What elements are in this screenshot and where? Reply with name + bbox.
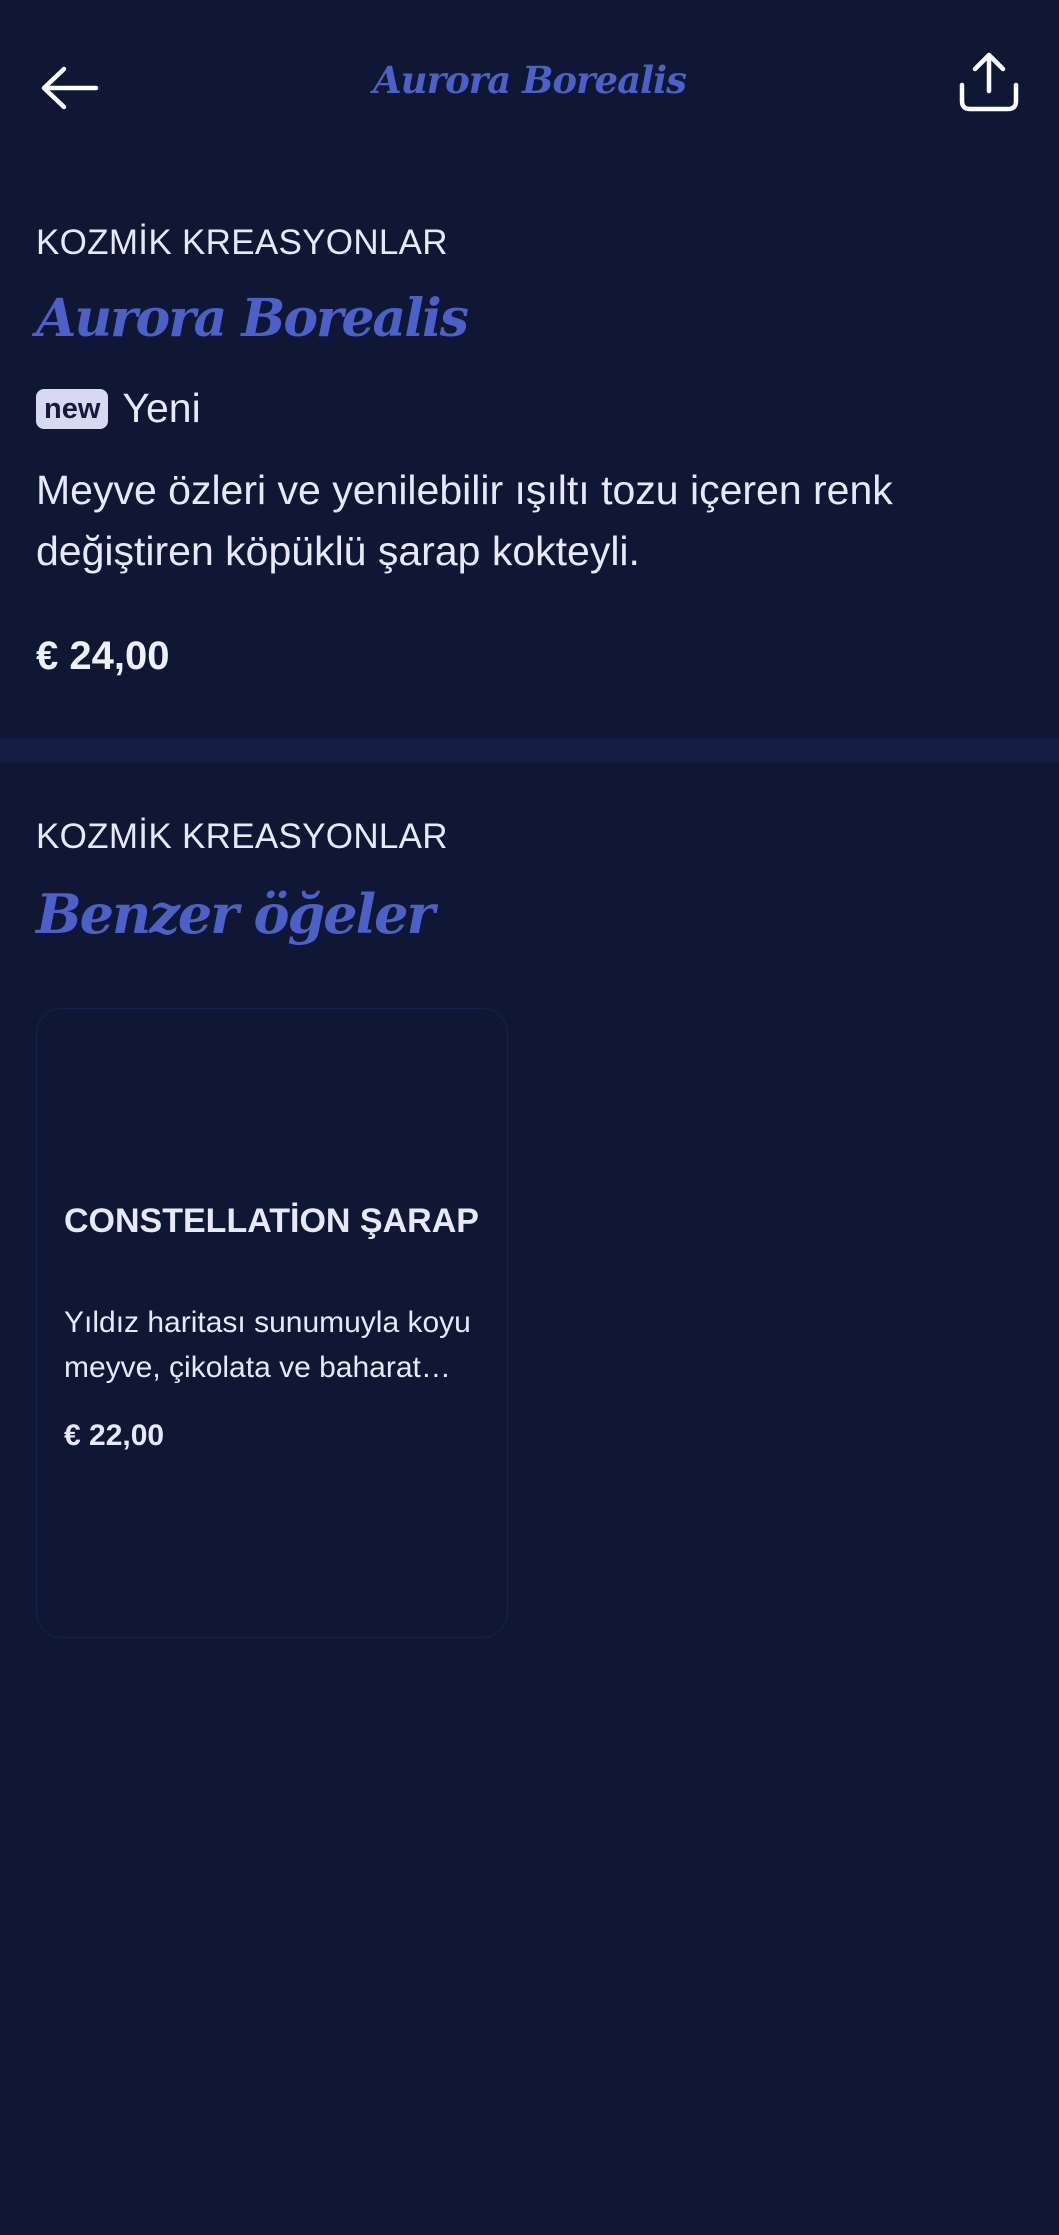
- similar-item-name: CONSTELLATİON ŞARAP: [64, 1202, 479, 1240]
- top-bar: Aurora Borealis: [0, 0, 1059, 170]
- share-icon: [959, 52, 1019, 112]
- similar-item-card[interactable]: CONSTELLATİON ŞARAP Yıldız haritası sunu…: [36, 1008, 508, 1638]
- product-category-label: KOZMİK KREASYONLAR: [36, 223, 448, 262]
- similar-category-label: KOZMİK KREASYONLAR: [36, 817, 448, 856]
- similar-item-price: € 22,00: [64, 1419, 165, 1452]
- product-name: Aurora Borealis: [36, 288, 469, 349]
- similar-items-title: Benzer öğeler: [36, 882, 435, 946]
- similar-item-description: Yıldız haritası sunumuyla koyu meyve, çi…: [64, 1306, 471, 1384]
- new-badge: new: [36, 388, 109, 429]
- share-button[interactable]: [953, 46, 1025, 118]
- section-divider: [0, 738, 1059, 762]
- header-title: Aurora Borealis: [372, 58, 687, 102]
- product-detail-page: Aurora Borealis KOZMİK KREASYONLAR Auror…: [0, 0, 1059, 2235]
- product-price-wrap: € 24,00: [36, 634, 1023, 679]
- new-badge-text: Yeni: [122, 385, 201, 431]
- product-price: € 24,00: [36, 634, 170, 678]
- product-description-wrap: Meyve özleri ve yenilebilir ışıltı tozu …: [36, 460, 1023, 582]
- similar-title-wrap: Benzer öğeler: [36, 882, 1023, 946]
- product-name-wrap: Aurora Borealis: [36, 288, 1023, 349]
- product-description: Meyve özleri ve yenilebilir ışıltı tozu …: [36, 467, 893, 574]
- product-category: KOZMİK KREASYONLAR: [36, 223, 1023, 263]
- similar-category-wrap: KOZMİK KREASYONLAR: [36, 817, 1023, 857]
- new-badge-row: new Yeni: [36, 385, 1023, 432]
